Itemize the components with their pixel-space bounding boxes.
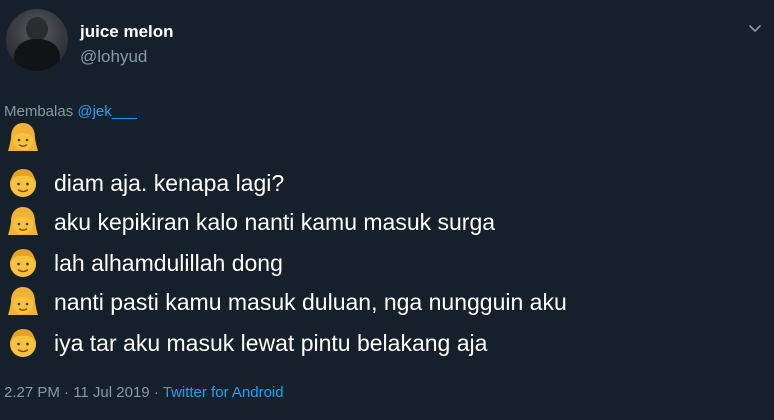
timestamp[interactable]: 2.27 PM · 11 Jul 2019 <box>4 384 150 401</box>
conversation-line: nanti pasti kamu masuk duluan, nga nungg… <box>6 283 567 321</box>
mention-link[interactable]: @jek___ <box>77 103 136 120</box>
replying-to-label: Membalas <box>4 103 74 120</box>
boy-emoji-icon <box>10 329 36 357</box>
chevron-down-icon[interactable] <box>748 22 762 36</box>
tweet-meta: 2.27 PM · 11 Jul 2019 · Twitter for Andr… <box>4 384 284 401</box>
message-text: nanti pasti kamu masuk duluan, nga nungg… <box>54 288 567 315</box>
meta-separator: · <box>149 384 163 401</box>
conversation-line: lah alhamdulillah dong <box>6 244 283 282</box>
user-handle[interactable]: @lohyud <box>80 47 147 67</box>
display-name[interactable]: juice melon <box>80 22 174 42</box>
girl-emoji-icon <box>8 123 38 151</box>
replying-to: Membalas @jek___ <box>4 103 137 120</box>
conversation-line: aku kepikiran kalo nanti kamu masuk surg… <box>6 203 495 241</box>
message-text: aku kepikiran kalo nanti kamu masuk surg… <box>54 208 496 235</box>
source-link[interactable]: Twitter for Android <box>163 384 284 401</box>
message-text: diam aja. kenapa lagi? <box>54 169 285 196</box>
tweet: juice melon @lohyud Membalas @jek___ dia… <box>0 0 774 420</box>
boy-emoji-icon <box>10 249 36 277</box>
avatar[interactable] <box>6 9 68 71</box>
avatar-head-shape <box>26 17 48 41</box>
girl-emoji-icon <box>8 287 38 315</box>
conversation-line: diam aja. kenapa lagi? <box>6 164 284 202</box>
message-text: iya tar aku masuk lewat pintu belakang a… <box>54 329 488 356</box>
boy-emoji-icon <box>10 169 36 197</box>
girl-emoji-icon <box>8 207 38 235</box>
avatar-body-shape <box>14 39 60 71</box>
message-text: lah alhamdulillah dong <box>54 249 283 276</box>
conversation-line: iya tar aku masuk lewat pintu belakang a… <box>6 324 487 362</box>
conversation-line <box>6 119 54 157</box>
